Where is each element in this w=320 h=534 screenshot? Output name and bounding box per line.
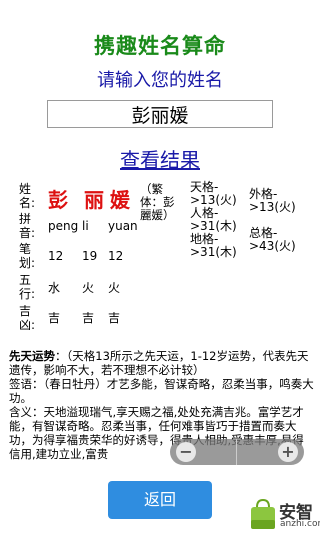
innate-luck-title: 先天运势 (9, 349, 55, 363)
meaning-label: 含义： (9, 405, 44, 419)
label-fortune: 吉凶: (19, 304, 36, 332)
pinyin-1: peng (48, 219, 79, 233)
zoom-in-icon[interactable]: + (278, 442, 298, 462)
element-2: 火 (82, 281, 95, 295)
app-title: 携趣姓名算命 (94, 34, 226, 58)
tian-grid: 天格->13(火) (190, 180, 237, 207)
label-name: 姓名: (19, 182, 36, 210)
label-elements: 五行: (19, 273, 36, 301)
strokes-1: 12 (48, 249, 64, 263)
name-char-2: 丽 (84, 188, 104, 212)
strokes-2: 19 (82, 249, 98, 263)
di-grid: 地格->31(木) (190, 232, 237, 259)
brand-watermark: 安智 anzhi.com (246, 496, 320, 534)
fortune-2: 吉 (82, 311, 95, 325)
ren-grid: 人格->31(木) (190, 206, 237, 233)
element-1: 水 (48, 281, 61, 295)
brand-url: anzhi.com (280, 519, 320, 529)
sign-text: （春日牡丹）才艺多能，智谋奇略，忍柔当事，鸣奏大功。 (9, 377, 314, 405)
name-char-1: 彭 (48, 188, 68, 212)
shopping-bag-icon (251, 498, 275, 529)
label-strokes: 笔划: (19, 242, 36, 270)
fortune-1: 吉 (48, 311, 61, 325)
view-result-link[interactable]: 查看结果 (0, 144, 320, 173)
name-prompt: 请输入您的姓名 (97, 70, 223, 91)
pinyin-3: yuan (108, 219, 138, 233)
pinyin-2: li (82, 219, 89, 233)
zoom-control: − + (170, 439, 304, 465)
fortune-3: 吉 (108, 311, 121, 325)
element-3: 火 (108, 281, 121, 295)
traditional-note: （繁体：彭麗媛） (140, 182, 175, 222)
back-button[interactable]: 返回 (108, 481, 212, 519)
zoom-divider (236, 439, 237, 465)
sign-label: 签语： (9, 377, 44, 391)
zong-grid: 总格->43(火) (249, 226, 296, 253)
label-pinyin: 拼音: (19, 212, 36, 240)
wai-grid: 外格->13(火) (249, 187, 296, 214)
name-char-3: 媛 (110, 188, 130, 212)
sign-paragraph: 签语：（春日牡丹）才艺多能，智谋奇略，忍柔当事，鸣奏大功。 (9, 377, 314, 405)
innate-luck-paragraph: 先天运势：（天格13所示之先天运，1-12岁运势，代表先天遗传，影响不大，若不理… (9, 349, 314, 377)
name-input[interactable] (47, 100, 273, 128)
strokes-3: 12 (108, 249, 124, 263)
zoom-out-icon[interactable]: − (176, 442, 196, 462)
